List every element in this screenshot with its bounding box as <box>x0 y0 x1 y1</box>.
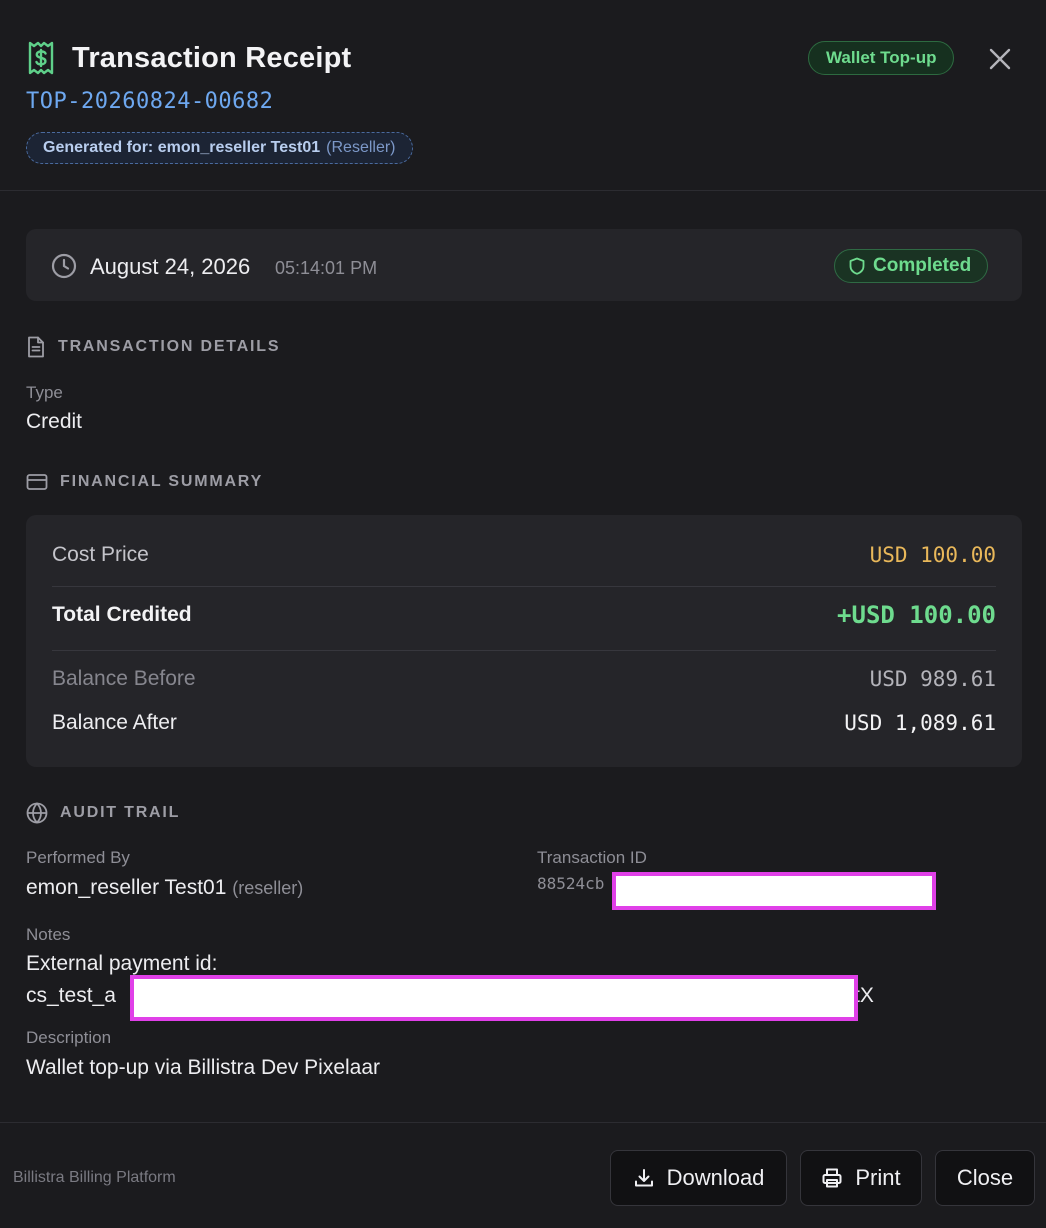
transaction-id-value: 88524cb <box>537 874 605 893</box>
balance-before-label: Balance Before <box>52 667 196 690</box>
description-value: Wallet top-up via Billistra Dev Pixelaar <box>26 1056 381 1079</box>
section-transaction-details: TRANSACTION DETAILS <box>26 336 280 358</box>
download-icon <box>634 1169 653 1187</box>
shield-icon <box>849 257 865 275</box>
download-button[interactable]: Download <box>610 1150 787 1206</box>
clock-icon <box>51 253 77 284</box>
generated-for-label: Generated for: emon_reseller Test01 <box>43 139 321 156</box>
print-button[interactable]: Print <box>800 1150 922 1206</box>
balance-before-value: USD 989.61 <box>869 667 996 691</box>
page-title: Transaction Receipt <box>72 41 352 74</box>
section-heading: TRANSACTION DETAILS <box>58 338 281 355</box>
date-status-card: August 24, 2026 05:14:01 PM Completed <box>26 229 1022 301</box>
redaction-box <box>130 975 858 1021</box>
balance-after-label: Balance After <box>52 711 177 734</box>
balance-after-row: Balance After USD 1,089.61 <box>52 711 996 735</box>
section-heading: AUDIT TRAIL <box>60 804 181 821</box>
notes-line-2-prefix: cs_test_a <box>26 984 116 1007</box>
receipt-dollar-icon <box>26 40 56 76</box>
printer-icon <box>822 1168 842 1188</box>
type-value: Credit <box>26 410 83 433</box>
print-label: Print <box>855 1165 901 1190</box>
financial-summary-card: Cost Price USD 100.00 Total Credited +US… <box>26 515 1022 767</box>
cost-price-value: USD 100.00 <box>869 543 996 567</box>
globe-icon <box>26 802 48 824</box>
performed-by-label: Performed By <box>26 848 130 867</box>
close-label: Close <box>956 1165 1014 1190</box>
performed-by-role: (reseller) <box>232 878 304 898</box>
section-heading: FINANCIAL SUMMARY <box>60 473 264 490</box>
cost-price-label: Cost Price <box>52 543 149 566</box>
close-button[interactable]: Close <box>935 1150 1035 1206</box>
divider <box>52 650 996 651</box>
receipt-footer: Billistra Billing Platform Download Prin… <box>0 1122 1046 1228</box>
section-audit-trail: AUDIT TRAIL <box>26 802 180 824</box>
generated-for-tag: Generated for: emon_reseller Test01 (Res… <box>26 132 413 164</box>
cost-price-row: Cost Price USD 100.00 <box>52 543 996 567</box>
transaction-date: August 24, 2026 <box>90 254 251 279</box>
title-row: Transaction Receipt <box>26 40 351 76</box>
status-badge-label: Completed <box>873 255 972 276</box>
performed-by-name: emon_reseller Test01 <box>26 876 227 899</box>
brand-label: Billistra Billing Platform <box>13 1169 176 1186</box>
notes-line-1: External payment id: <box>26 952 218 975</box>
receipt-header: Transaction Receipt TOP-20260824-00682 G… <box>0 0 1046 191</box>
performed-by-value: emon_reseller Test01 (reseller) <box>26 876 303 900</box>
generated-for-role: (Reseller) <box>326 139 396 156</box>
description-label: Description <box>26 1028 112 1047</box>
transaction-time: 05:14:01 PM <box>275 258 378 278</box>
section-financial-summary: FINANCIAL SUMMARY <box>26 473 263 491</box>
notes-label: Notes <box>26 925 71 944</box>
total-credited-value: +USD 100.00 <box>837 601 996 629</box>
close-icon[interactable] <box>984 43 1016 75</box>
redaction-box <box>612 872 936 910</box>
total-credited-row: Total Credited +USD 100.00 <box>52 601 996 629</box>
document-icon <box>28 336 44 358</box>
status-badge: Completed <box>834 249 989 283</box>
total-credited-label: Total Credited <box>52 603 192 626</box>
transaction-id-label: Transaction ID <box>537 848 647 867</box>
type-label: Type <box>26 383 63 402</box>
balance-after-value: USD 1,089.61 <box>844 711 996 735</box>
balance-before-row: Balance Before USD 989.61 <box>52 667 996 691</box>
transaction-type-badge: Wallet Top-up <box>808 41 955 75</box>
divider <box>52 586 996 587</box>
credit-card-icon <box>26 474 48 490</box>
download-label: Download <box>666 1165 765 1190</box>
receipt-number: TOP-20260824-00682 <box>26 89 274 114</box>
